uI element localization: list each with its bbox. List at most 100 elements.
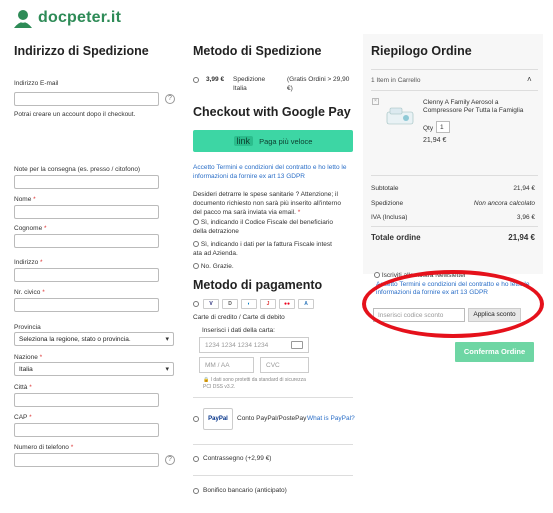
card-number-field[interactable]: 1234 1234 1234 1234: [199, 337, 309, 353]
paypal-radio[interactable]: [193, 416, 199, 422]
province-select[interactable]: Seleziona la regione, stato o provincia.…: [14, 332, 174, 346]
qty-input[interactable]: 1: [436, 121, 450, 133]
email-note: Potrai creare un account dopo il checkou…: [14, 111, 136, 118]
tax-question: Desideri detrarre le spese sanitarie ? A…: [193, 191, 341, 216]
carrier-line2: Italia: [233, 85, 247, 92]
shipping-payment-section: Metodo di Spedizione 3,99 € Spedizione I…: [193, 44, 359, 494]
tax-radio-3[interactable]: [193, 263, 199, 270]
phone-help-icon[interactable]: ?: [165, 455, 175, 465]
visa-icon: V: [203, 299, 219, 309]
address-field[interactable]: [14, 268, 159, 282]
remove-icon[interactable]: ×: [372, 98, 379, 105]
bank-radio[interactable]: [193, 488, 199, 494]
gpay-terms-line2[interactable]: informazioni da fornire ex art 13 GDPR: [193, 173, 305, 180]
notes-field[interactable]: [14, 175, 159, 189]
brand-name: docpeter.it: [38, 9, 122, 26]
country-select[interactable]: Italia ▾: [14, 362, 174, 376]
credit-card-icon: [291, 341, 303, 349]
card-data-label: Inserisci i dati della carta:: [202, 327, 275, 334]
amex-icon: A: [298, 299, 314, 309]
subtotal-label: Subtotale: [371, 185, 399, 192]
card-radio[interactable]: [193, 301, 199, 307]
doctor-logo-icon: [12, 8, 34, 28]
notes-label: Note per la consegna (es. presso / citof…: [14, 166, 141, 173]
shipping-address-title: Indirizzo di Spedizione: [14, 44, 149, 58]
product-image[interactable]: [384, 104, 418, 128]
diners-icon: ◐: [241, 299, 257, 309]
surname-field[interactable]: [14, 234, 159, 248]
tax-radio-2[interactable]: [193, 241, 199, 248]
cod-radio[interactable]: [193, 456, 199, 462]
shipping-price: 3,99 €: [206, 76, 225, 83]
shipping-address-section: Indirizzo di Spedizione Indirizzo E-mail…: [14, 44, 179, 467]
product-price: 21,94 €: [423, 137, 447, 144]
shipping-value: Non ancora calcolato: [473, 200, 535, 207]
carrier-line1: Spedizione: [233, 76, 266, 83]
pci-note: 🔒 I dati sono protetti da standard di si…: [203, 377, 306, 390]
gpay-title: Checkout with Google Pay: [193, 105, 351, 119]
subtotal-value: 21,94 €: [513, 185, 535, 192]
divider: [193, 475, 353, 476]
email-field[interactable]: [14, 92, 159, 106]
chevron-down-icon: ▾: [165, 336, 169, 343]
shipping-radio[interactable]: [193, 77, 199, 83]
divider: [371, 226, 538, 227]
link-logo: link: [233, 136, 254, 146]
phone-field[interactable]: [14, 453, 159, 467]
email-help-icon[interactable]: ?: [165, 94, 175, 104]
card-label: Carte di credito / Carte di debito: [193, 314, 285, 321]
shipping-note-line2: €): [287, 85, 293, 92]
paypal-logo: PayPal: [203, 408, 233, 430]
payment-title: Metodo di pagamento: [193, 278, 323, 292]
tax-option-fiscal-code[interactable]: Sì, indicando il Codice Fiscale del bene…: [193, 218, 333, 236]
mastercard-icon: ●●: [279, 299, 295, 309]
confirm-order-button[interactable]: Conferma Ordine: [455, 342, 534, 362]
tax-option-company[interactable]: Sì, indicando i dati per la fattura Fisc…: [193, 240, 332, 258]
vat-value: 3,96 €: [516, 214, 535, 221]
paypal-label: Conto PayPal/PostePay: [237, 415, 307, 422]
divider: [371, 175, 538, 176]
cap-label: CAP *: [14, 414, 32, 421]
qty-label: Qty: [423, 125, 434, 132]
shipping-label: Spedizione: [371, 200, 404, 207]
divider: [193, 397, 353, 398]
cod-label: Contrassegno (+2,99 €): [203, 455, 272, 462]
province-label: Provincia: [14, 324, 41, 331]
name-field[interactable]: [14, 205, 159, 219]
what-is-paypal-link[interactable]: What is PayPal?: [307, 415, 355, 422]
cap-field[interactable]: [14, 423, 159, 437]
jcb-icon: J: [260, 299, 276, 309]
total-value: 21,94 €: [508, 233, 535, 242]
items-in-cart[interactable]: 1 Item in Carrello: [371, 77, 421, 84]
product-name-line2[interactable]: Compressore Per Tutta la Famiglia: [423, 107, 523, 114]
gpay-button[interactable]: link Paga più veloce: [193, 130, 353, 152]
divider: [371, 69, 538, 70]
email-label: Indirizzo E-mail: [14, 80, 59, 87]
chevron-down-icon: ▾: [165, 366, 169, 373]
civic-field[interactable]: [14, 298, 159, 312]
divider: [193, 444, 353, 445]
product-name-line1[interactable]: Clenny A Family Aerosol a: [423, 99, 499, 106]
gpay-terms-line1[interactable]: Accetto Termini e condizioni del contrat…: [193, 164, 346, 171]
tax-option-no[interactable]: No. Grazie.: [193, 263, 234, 270]
vat-label: IVA (Inclusa): [371, 214, 408, 221]
divider: [371, 90, 538, 91]
phone-label: Numero di telefono *: [14, 444, 74, 451]
chevron-up-icon[interactable]: ˄: [527, 75, 532, 84]
summary-title: Riepilogo Ordine: [371, 44, 472, 58]
gpay-button-label: Paga più veloce: [259, 136, 313, 146]
bank-label: Bonifico bancario (anticipato): [203, 487, 287, 494]
discover-icon: D: [222, 299, 238, 309]
name-label: Nome *: [14, 196, 36, 203]
card-logos: V D ◐ J ●● A: [203, 299, 314, 309]
newsletter-checkbox[interactable]: [374, 272, 380, 279]
total-label: Totale ordine: [371, 233, 421, 242]
expiry-field[interactable]: MM / AA: [199, 357, 254, 373]
lock-icon: 🔒: [203, 377, 210, 383]
civic-label: Nr. civico *: [14, 289, 45, 296]
highlight-annotation: [362, 270, 544, 338]
city-field[interactable]: [14, 393, 159, 407]
brand-logo[interactable]: docpeter.it: [12, 8, 121, 28]
cvc-field[interactable]: CVC: [260, 357, 309, 373]
tax-radio-1[interactable]: [193, 219, 199, 226]
